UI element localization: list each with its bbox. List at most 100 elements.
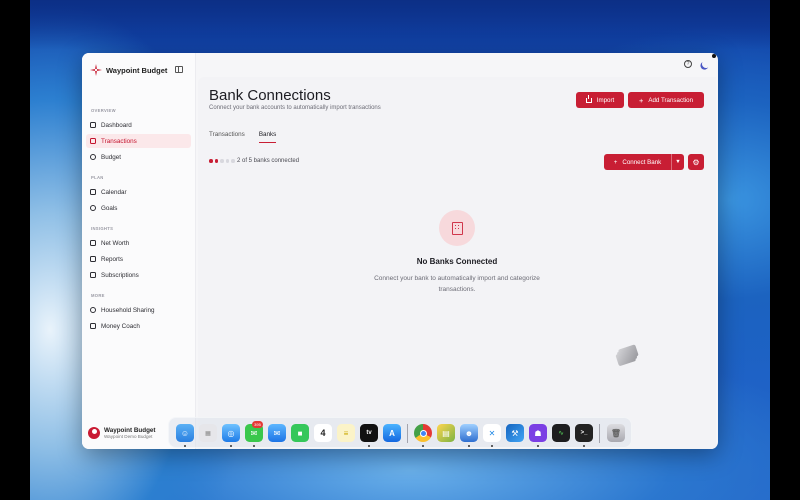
running-indicator (253, 444, 255, 447)
sidebar-item-label: Reports (101, 255, 124, 263)
coach-icon (90, 323, 96, 329)
sidebar-item-budget[interactable]: Budget (86, 150, 191, 164)
plus-icon: + (638, 95, 644, 105)
page-title: Bank Connections (209, 87, 331, 104)
xcode-icon[interactable]: ⚒ (506, 424, 524, 442)
sidebar-item-net-worth[interactable]: Net Worth (86, 236, 191, 250)
brand[interactable]: Waypoint Budget (90, 64, 167, 76)
running-indicator (468, 444, 470, 447)
sidebar-item-money-coach[interactable]: Money Coach (86, 319, 191, 333)
tv-label: tv (366, 430, 372, 436)
folder-app-icon[interactable]: ▤ (437, 424, 455, 442)
dragged-file-icon[interactable] (614, 344, 642, 367)
brand-name: Waypoint Budget (106, 65, 168, 75)
user-budget-name: Waypoint Demo Budget (104, 434, 153, 439)
facetime-icon[interactable]: ■ (291, 424, 309, 442)
help-icon[interactable]: ? (684, 60, 692, 68)
section-label-insights: INSIGHTS (91, 226, 114, 231)
page-subtitle: Connect your bank accounts to automatica… (209, 105, 381, 111)
empty-state-message: Connect your bank to automatically impor… (374, 275, 540, 293)
running-indicator (583, 444, 585, 447)
connect-bank-button[interactable]: + Connect Bank (604, 154, 672, 170)
sidebar-item-transactions[interactable]: Transactions (86, 134, 191, 148)
dock: ☺ ▦ ◎ ✉ 395 ✉ ■ 4 ≡ tv A ▤ ☻ ✕ ⚒ ☗ ∿ >_ … (168, 417, 632, 448)
dock-separator (407, 424, 408, 443)
sidebar-item-label: Transactions (101, 137, 137, 145)
sidebar-item-household-sharing[interactable]: Household Sharing (86, 303, 191, 317)
receipt-icon (90, 138, 96, 144)
launchpad-icon[interactable]: ▦ (199, 424, 217, 442)
add-transaction-button[interactable]: + Add Transaction (628, 92, 704, 108)
pie-chart-icon (90, 154, 96, 160)
sidebar-item-reports[interactable]: Reports (86, 252, 191, 266)
add-transaction-label: Add Transaction (648, 96, 694, 104)
empty-state-title: No Banks Connected (416, 257, 498, 266)
github-desktop-icon[interactable]: ☗ (529, 424, 547, 442)
vscode-icon[interactable]: ✕ (483, 424, 501, 442)
gear-icon: ⚙ (692, 157, 700, 167)
import-button-label: Import (596, 96, 615, 104)
running-indicator (537, 444, 539, 447)
dark-mode-moon-icon[interactable] (701, 59, 711, 69)
tab-transactions[interactable]: Transactions (209, 131, 245, 143)
sidebar-item-label: Goals (101, 204, 118, 212)
status-dot-icon (712, 54, 716, 58)
running-indicator (368, 444, 370, 447)
activity-monitor-icon[interactable]: ∿ (552, 424, 570, 442)
sidebar-item-dashboard[interactable]: Dashboard (86, 118, 191, 132)
compass-logo-icon (90, 64, 102, 76)
section-label-overview: OVERVIEW (91, 108, 116, 113)
notes-icon[interactable]: ≡ (337, 424, 355, 442)
connect-bank-label: Connect Bank (622, 158, 662, 166)
trending-up-icon (90, 240, 96, 246)
home-icon (90, 122, 96, 128)
calendar-app-icon[interactable]: 4 (314, 424, 332, 442)
running-indicator (184, 444, 186, 447)
bank-settings-button[interactable]: ⚙ (688, 154, 704, 170)
running-indicator (230, 444, 232, 447)
sidebar-item-label: Money Coach (101, 322, 140, 330)
indicator-dot-empty (231, 159, 235, 163)
tab-banks[interactable]: Banks (258, 131, 277, 143)
dock-separator (599, 424, 600, 443)
credit-card-icon (90, 272, 96, 278)
user-profile[interactable]: Waypoint Budget Waypoint Demo Budget (88, 427, 156, 439)
calendar-icon (90, 189, 96, 195)
mail-icon[interactable]: ✉ (268, 424, 286, 442)
building-icon (451, 221, 463, 235)
robot-app-icon[interactable]: ☻ (460, 424, 478, 442)
chart-icon (90, 256, 96, 262)
sidebar-item-label: Calendar (101, 188, 127, 196)
running-indicator (491, 444, 493, 447)
sidebar-item-calendar[interactable]: Calendar (86, 185, 191, 199)
topbar-actions: ? (684, 60, 710, 68)
user-name: Waypoint Budget (104, 427, 156, 434)
sidebar-item-label: Subscriptions (101, 271, 139, 279)
users-icon (90, 307, 96, 313)
notification-badge: 395 (252, 421, 263, 428)
avatar (88, 427, 100, 439)
sidebar-item-label: Household Sharing (101, 306, 155, 314)
chevron-down-icon[interactable]: ▼ (672, 159, 684, 165)
chrome-icon[interactable] (414, 424, 432, 442)
import-button[interactable]: Import (576, 92, 624, 108)
trash-icon[interactable]: 🗑 (607, 424, 625, 442)
sidebar-toggle-icon[interactable] (175, 66, 183, 73)
finder-icon[interactable]: ☺ (176, 424, 194, 442)
sidebar-item-subscriptions[interactable]: Subscriptions (86, 268, 191, 282)
sidebar: Waypoint Budget OVERVIEW Dashboard Trans… (82, 53, 196, 449)
app-store-icon[interactable]: A (383, 424, 401, 442)
app-window: Waypoint Budget OVERVIEW Dashboard Trans… (82, 53, 718, 449)
plus-icon: + (613, 158, 618, 166)
safari-icon[interactable]: ◎ (222, 424, 240, 442)
sidebar-item-label: Budget (101, 153, 121, 161)
sidebar-item-goals[interactable]: Goals (86, 201, 191, 215)
terminal-icon[interactable]: >_ (575, 424, 593, 442)
apple-tv-icon[interactable]: tv (360, 424, 378, 442)
indicator-dot-empty (220, 159, 224, 163)
empty-state-illustration (439, 210, 475, 246)
indicator-dot-filled (209, 159, 213, 163)
desktop-wallpaper-shade (30, 0, 770, 50)
upload-icon (585, 94, 592, 103)
desktop: Waypoint Budget OVERVIEW Dashboard Trans… (30, 0, 770, 500)
